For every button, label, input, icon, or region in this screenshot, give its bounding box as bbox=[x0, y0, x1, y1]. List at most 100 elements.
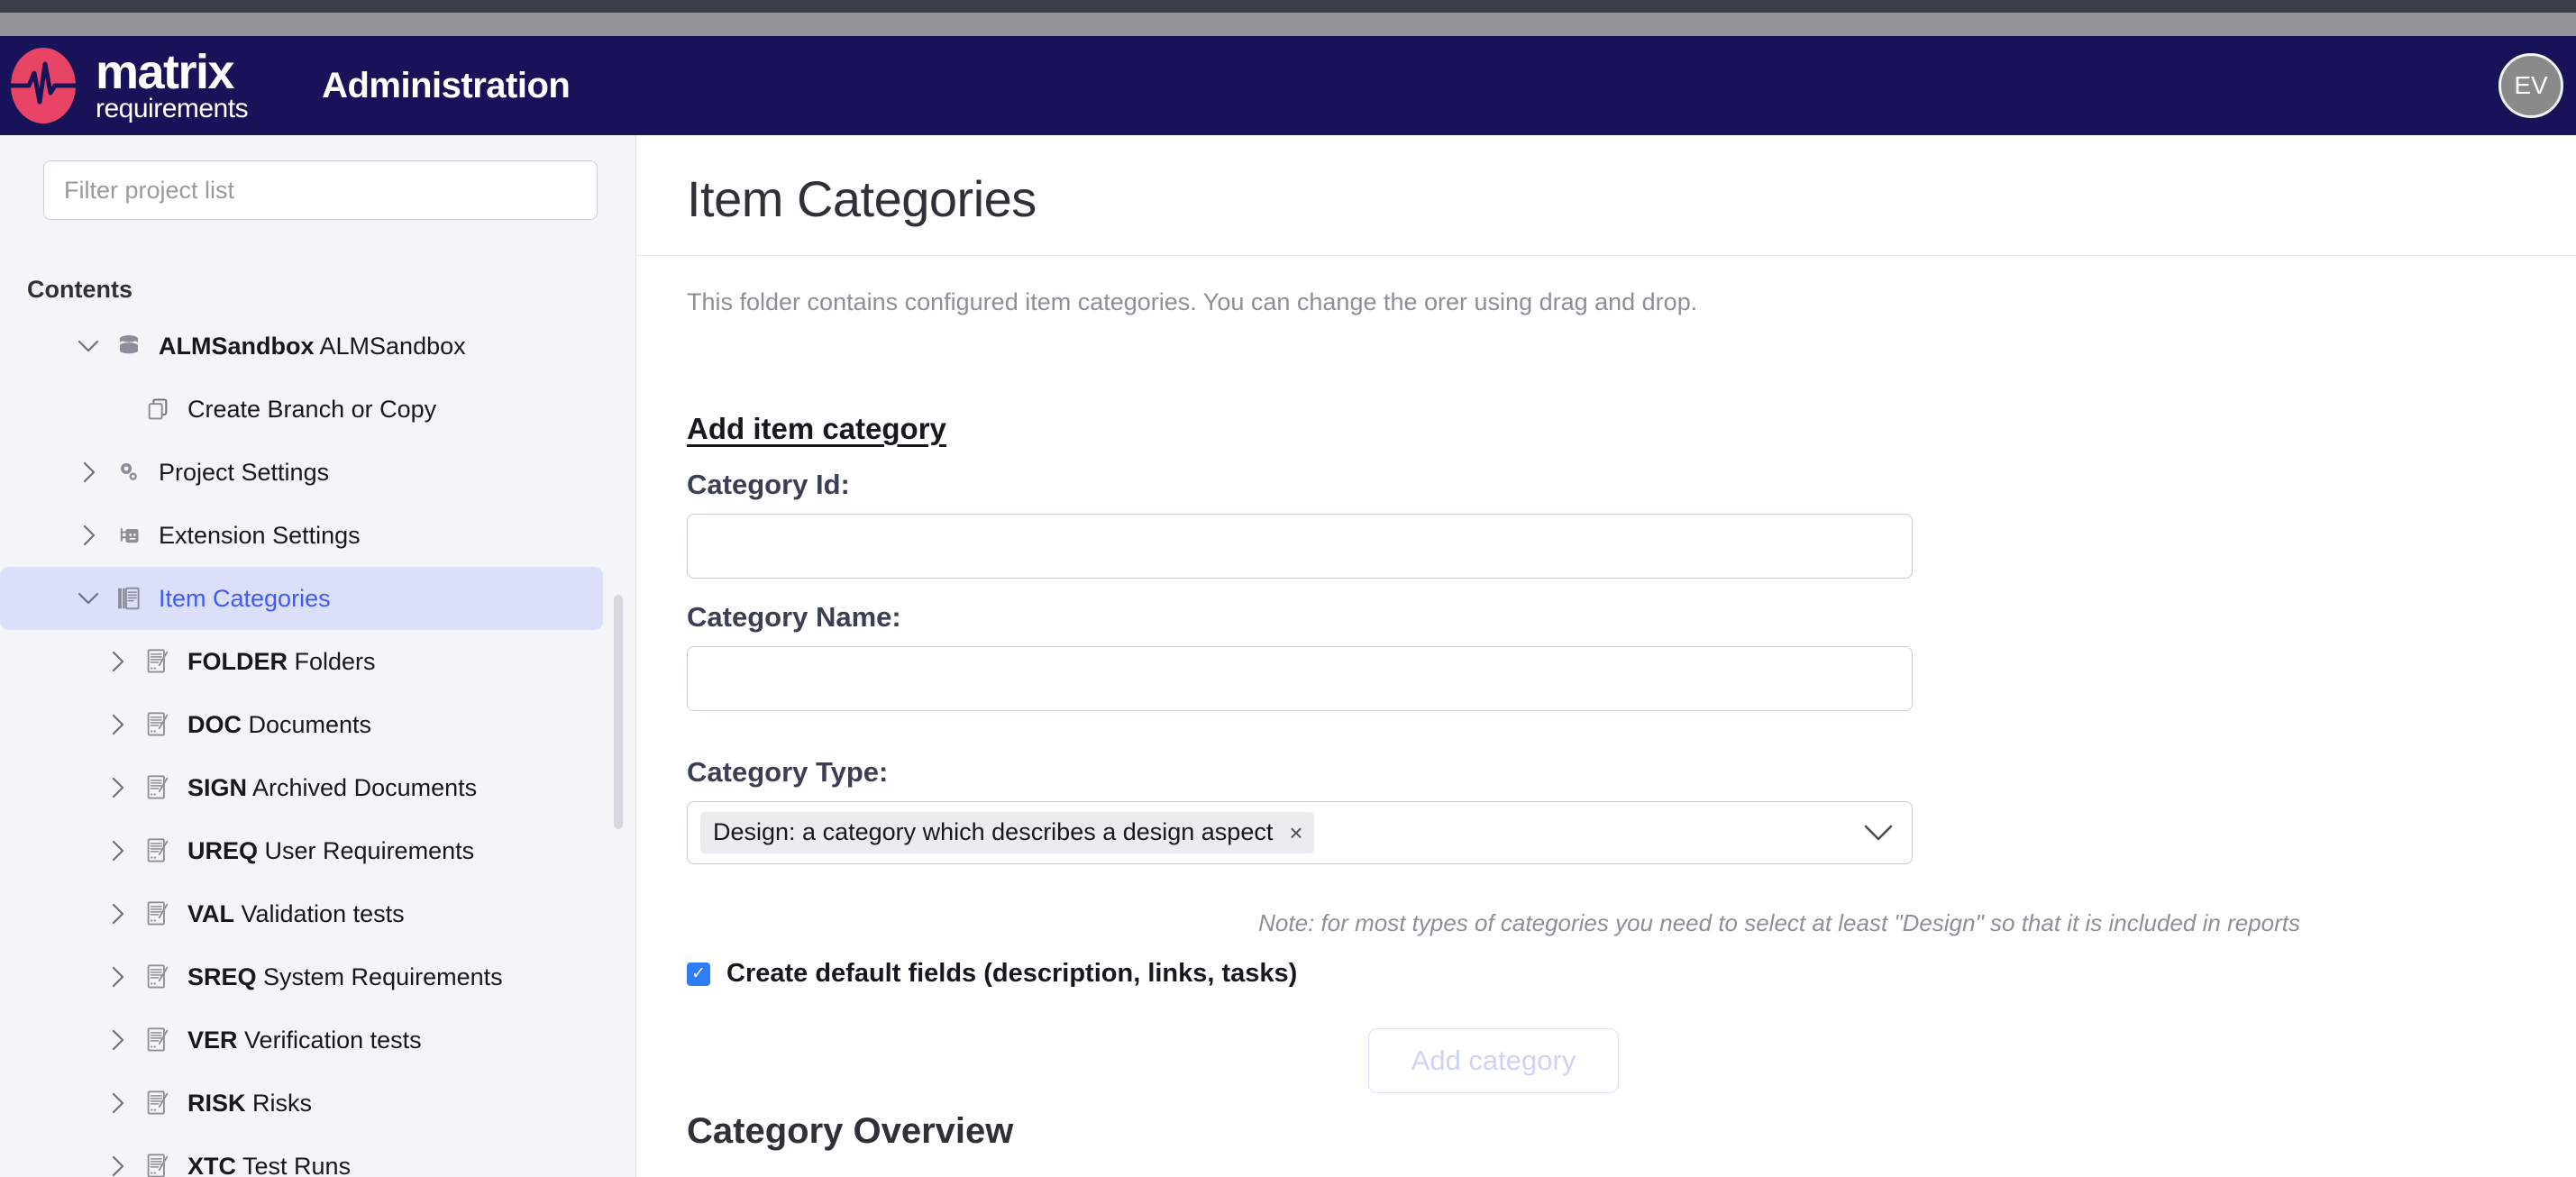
category-type-chip[interactable]: Design: a category which describes a des… bbox=[700, 812, 1314, 853]
sidebar-item-sreq[interactable]: SREQ System Requirements bbox=[0, 945, 603, 1008]
sidebar-item-label: VER Verification tests bbox=[187, 1026, 422, 1054]
sidebar-item-item-categories[interactable]: Item Categories bbox=[0, 567, 603, 630]
create-default-fields-row[interactable]: ✓ Create default fields (description, li… bbox=[687, 959, 2576, 989]
sidebar-item-xtc[interactable]: XTC Test Runs bbox=[0, 1135, 603, 1177]
database-icon bbox=[108, 333, 150, 360]
sidebar-item-folder[interactable]: FOLDER Folders bbox=[0, 630, 603, 693]
document-icon bbox=[137, 1026, 178, 1054]
sidebar-item-prefix: SREQ bbox=[187, 963, 257, 990]
category-name-input[interactable] bbox=[688, 647, 1912, 710]
sidebar-item-text: ALMSandbox bbox=[314, 332, 466, 360]
category-name-field[interactable] bbox=[687, 646, 1913, 711]
document-icon bbox=[137, 963, 178, 990]
search-input[interactable] bbox=[64, 176, 577, 205]
category-type-select[interactable]: Design: a category which describes a des… bbox=[687, 801, 1913, 864]
document-icon bbox=[137, 774, 178, 801]
checkbox-icon[interactable]: ✓ bbox=[687, 962, 710, 986]
document-icon bbox=[137, 1153, 178, 1177]
chevron-down-icon[interactable] bbox=[69, 338, 108, 354]
sidebar-item-text: Risks bbox=[245, 1089, 313, 1117]
sidebar-item-text: Item Categories bbox=[159, 584, 331, 612]
document-icon bbox=[137, 837, 178, 864]
sidebar-item-prefix: XTC bbox=[187, 1152, 236, 1177]
category-id-field[interactable] bbox=[687, 514, 1913, 579]
app-body: Contents ALMSandbox ALMSandbox Create Bra… bbox=[0, 135, 2576, 1177]
sidebar-item-prefix: DOC bbox=[187, 710, 242, 738]
sidebar-item-label: RISK Risks bbox=[187, 1090, 312, 1118]
sidebar-item-val[interactable]: VAL Validation tests bbox=[0, 882, 603, 945]
chevron-right-icon[interactable] bbox=[97, 1091, 137, 1115]
sidebar: Contents ALMSandbox ALMSandbox Create Bra… bbox=[0, 135, 636, 1177]
document-icon bbox=[137, 648, 178, 675]
plug-icon bbox=[108, 523, 150, 548]
document-icon bbox=[137, 900, 178, 927]
app-title: Administration bbox=[322, 65, 571, 105]
brand-logo[interactable]: matrix requirements bbox=[7, 45, 249, 126]
sidebar-item-label: Item Categories bbox=[159, 585, 331, 613]
chevron-right-icon[interactable] bbox=[97, 713, 137, 736]
sidebar-item-label: XTC Test Runs bbox=[187, 1153, 351, 1177]
sidebar-item-sign[interactable]: SIGN Archived Documents bbox=[0, 756, 603, 819]
add-category-button[interactable]: Add category bbox=[1368, 1028, 1619, 1093]
sidebar-item-risk[interactable]: RISK Risks bbox=[0, 1072, 603, 1135]
sidebar-item-label: ALMSandbox ALMSandbox bbox=[159, 333, 466, 360]
sidebar-item-doc[interactable]: DOC Documents bbox=[0, 693, 603, 756]
chevron-right-icon[interactable] bbox=[97, 650, 137, 673]
browser-chrome-dark-strip bbox=[0, 0, 2576, 13]
sidebar-item-prefix: SIGN bbox=[187, 773, 248, 801]
sidebar-item-text: Verification tests bbox=[237, 1026, 422, 1054]
chevron-right-icon[interactable] bbox=[97, 1028, 137, 1052]
sidebar-item-label: Create Branch or Copy bbox=[187, 396, 436, 424]
sidebar-item-prefix: FOLDER bbox=[187, 647, 288, 675]
sidebar-item-prefix: UREQ bbox=[187, 836, 259, 864]
sidebar-item-ver[interactable]: VER Verification tests bbox=[0, 1008, 603, 1072]
chevron-down-icon[interactable] bbox=[69, 590, 108, 607]
sidebar-item-ureq[interactable]: UREQ User Requirements bbox=[0, 819, 603, 882]
add-item-category-link[interactable]: Add item category bbox=[687, 412, 946, 446]
sidebar-item-text: Create Branch or Copy bbox=[187, 395, 437, 423]
categories-icon bbox=[108, 585, 150, 612]
chevron-right-icon[interactable] bbox=[97, 902, 137, 926]
sidebar-item-almsandbox[interactable]: ALMSandbox ALMSandbox bbox=[0, 315, 603, 378]
project-filter[interactable] bbox=[43, 160, 598, 220]
design-note: Note: for most types of categories you n… bbox=[1258, 909, 2300, 936]
copy-icon bbox=[137, 397, 178, 422]
sidebar-item-prefix: ALMSandbox bbox=[159, 332, 315, 360]
pulse-oval-logo-icon bbox=[7, 45, 79, 126]
category-id-label: Category Id: bbox=[687, 469, 850, 500]
page-description: This folder contains configured item cat… bbox=[687, 288, 1698, 315]
sidebar-item-project-settings[interactable]: Project Settings bbox=[0, 441, 603, 504]
sidebar-item-label: SIGN Archived Documents bbox=[187, 774, 477, 802]
sidebar-item-label: Project Settings bbox=[159, 459, 329, 487]
chevron-right-icon[interactable] bbox=[69, 524, 108, 547]
sidebar-item-text: User Requirements bbox=[258, 836, 475, 864]
chevron-right-icon[interactable] bbox=[97, 776, 137, 799]
sidebar-item-label: UREQ User Requirements bbox=[187, 837, 474, 865]
add-category-form: Add item category Category Id: Category … bbox=[636, 316, 2576, 1152]
chevron-right-icon[interactable] bbox=[97, 965, 137, 989]
sidebar-item-label: VAL Validation tests bbox=[187, 900, 405, 928]
chevron-right-icon[interactable] bbox=[97, 1154, 137, 1177]
sidebar-scrollbar[interactable] bbox=[614, 595, 623, 829]
sidebar-item-text: Extension Settings bbox=[159, 521, 361, 549]
category-id-input[interactable] bbox=[688, 515, 1912, 578]
chevron-right-icon[interactable] bbox=[97, 839, 137, 862]
sidebar-item-label: SREQ System Requirements bbox=[187, 963, 503, 991]
sidebar-item-label: Extension Settings bbox=[159, 522, 361, 550]
browser-chrome-grey-strip bbox=[0, 13, 2576, 36]
avatar[interactable]: EV bbox=[2498, 53, 2563, 118]
create-default-fields-label: Create default fields (description, link… bbox=[726, 959, 1298, 988]
category-type-label: Category Type: bbox=[687, 756, 889, 788]
category-type-chip-label: Design: a category which describes a des… bbox=[713, 818, 1274, 845]
main-content: Item Categories This folder contains con… bbox=[636, 135, 2576, 1177]
sidebar-item-extension-settings[interactable]: Extension Settings bbox=[0, 504, 603, 567]
chevron-right-icon[interactable] bbox=[69, 461, 108, 484]
add-category-button-row: Add category bbox=[687, 1028, 2300, 1093]
contents-heading: Contents bbox=[27, 276, 132, 303]
app-header: matrix requirements Administration EV bbox=[0, 36, 2576, 135]
chevron-down-icon[interactable] bbox=[1863, 823, 1894, 843]
sidebar-item-create-branch-or-copy[interactable]: Create Branch or Copy bbox=[0, 378, 603, 441]
gears-icon bbox=[108, 460, 150, 485]
document-icon bbox=[137, 711, 178, 738]
close-icon[interactable]: × bbox=[1289, 821, 1302, 844]
